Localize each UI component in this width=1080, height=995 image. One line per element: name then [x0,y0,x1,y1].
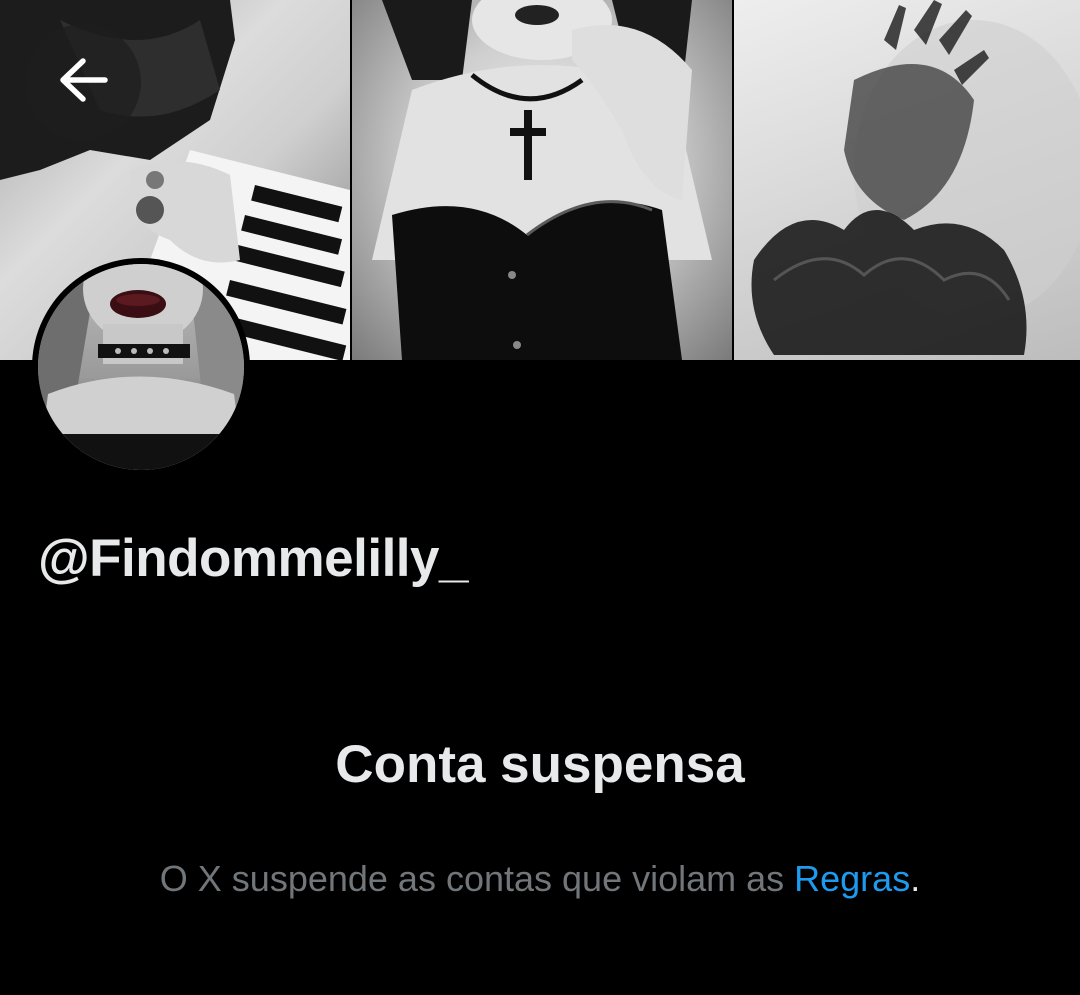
suspended-message-text: O X suspende as contas que violam as [159,858,795,899]
arrow-left-icon [55,55,111,110]
suspended-title: Conta suspensa [335,735,745,794]
back-button[interactable] [25,24,141,140]
banner-image-corset [352,0,732,360]
profile-avatar[interactable] [32,258,250,476]
suspended-message: O X suspende as contas que violam as Reg… [0,858,1080,900]
banner-image-glove [734,0,1080,360]
message-period: . [910,858,921,899]
profile-avatar-photo [38,264,244,470]
profile-handle: @Findommelilly_ [38,529,468,588]
rules-link[interactable]: Regras [794,858,910,899]
